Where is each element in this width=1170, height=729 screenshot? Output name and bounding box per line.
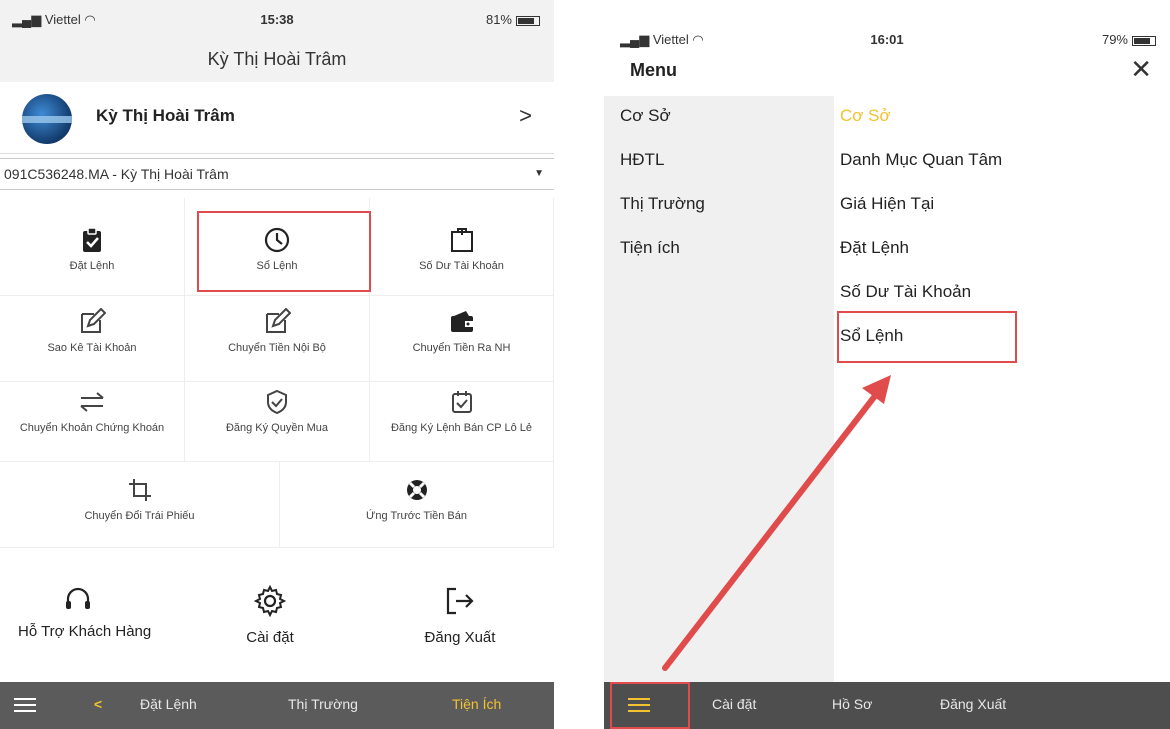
tab-dang-xuat[interactable]: Đăng Xuất [940,696,1006,712]
menu-item-danh-muc-quan-tam[interactable]: Danh Mục Quan Tâm [840,150,1002,170]
settings-label: Cài đặt [246,629,294,646]
grid-item-chuyen-tien-noi-bo[interactable]: Chuyển Tiền Nội Bộ [185,296,370,382]
clock: 16:01 [870,32,904,47]
category-hdtl[interactable]: HĐTL [620,150,664,170]
caret-down-icon: ▼ [534,168,544,179]
grid-item-label: Số Dư Tài Khoản [419,260,504,272]
crop-icon [128,479,151,501]
menu-item-so-du-tai-khoan[interactable]: Số Dư Tài Khoản [840,282,971,302]
battery-icon [1132,35,1156,46]
tab-tien-ich[interactable]: Tiện Ích [452,696,501,712]
close-icon[interactable]: ✕ [1130,54,1152,85]
status-bar: ▂▄▆ Viettel ◠ 15:38 81% [0,0,554,36]
bag-icon [450,228,473,252]
grid-item-label: Sổ Lệnh [256,260,298,272]
logout-label: Đăng Xuất [424,629,496,646]
account-select[interactable]: 091C536248.MA - Kỳ Thị Hoài Trâm ▼ [0,158,554,190]
menu-item-so-lenh[interactable]: Sổ Lệnh [840,326,903,346]
tab-dat-lenh[interactable]: Đặt Lệnh [140,696,197,712]
grid-item-sao-ke-tai-khoan[interactable]: Sao Kê Tài Khoản [0,296,185,382]
logout-button[interactable]: Đăng Xuất [390,585,530,646]
logout-icon [446,587,474,615]
edit-icon [266,308,291,333]
menu-categories: Cơ Sở HĐTL Thị Trường Tiện ích [604,96,834,682]
menu-icon[interactable] [14,698,36,712]
left-phone-screen: ▂▄▆ Viettel ◠ 15:38 81% Kỳ Thị Hoài Trâm… [0,0,554,729]
avatar [22,94,72,144]
grid-item-label: Chuyển Đổi Trái Phiếu [84,510,195,522]
settings-button[interactable]: Cài đặt [200,585,340,646]
transfer-arrows-icon [80,392,104,412]
shield-check-icon [267,389,287,415]
grid-item-label: Chuyển Khoản Chứng Khoán [19,422,165,434]
lifebuoy-icon [406,480,427,500]
battery-indicator: 81% [486,12,540,27]
menu-header: Menu ✕ [604,48,1170,92]
grid-item-label: Chuyển Tiền Nội Bộ [228,342,326,354]
page-title: Kỳ Thị Hoài Trâm [0,36,554,82]
tab-bar: < Đặt Lệnh Thị Trường Tiện Ích [0,682,554,729]
menu-item-dat-lenh[interactable]: Đặt Lệnh [840,238,909,258]
grid-item-label: Đăng Ký Lệnh Bán CP Lô Lẻ [390,422,533,434]
category-co-so[interactable]: Cơ Sở [620,106,671,126]
menu-icon[interactable] [628,698,650,712]
gear-icon [254,585,286,617]
grid-item-dang-ky-lenh-ban-cp-lo-le[interactable]: Đăng Ký Lệnh Bán CP Lô Lẻ [370,382,554,462]
function-grid: Đặt Lệnh Sổ Lệnh Số Dư Tài Khoản Sao Kê … [0,198,554,548]
tab-ho-so[interactable]: Hồ Sơ [832,696,872,712]
grid-item-chuyen-tien-ra-nh[interactable]: Chuyển Tiền Ra NH [370,296,554,382]
grid-item-dang-ky-quyen-mua[interactable]: Đăng Ký Quyền Mua [185,382,370,462]
clock-icon [264,227,290,253]
category-thi-truong[interactable]: Thị Trường [620,194,705,214]
grid-item-dat-lenh[interactable]: Đặt Lệnh [0,198,185,296]
grid-item-so-lenh[interactable]: Sổ Lệnh [185,198,370,296]
edit-icon [81,308,106,333]
calendar-check-icon [451,391,472,413]
grid-item-chuyen-doi-trai-phieu[interactable]: Chuyển Đổi Trái Phiếu [0,462,280,548]
support-label: Hỗ Trợ Khách Hàng [18,623,152,640]
menu-item-gia-hien-tai[interactable]: Giá Hiện Tại [840,194,934,214]
clock: 15:38 [260,12,294,27]
profile-name: Kỳ Thị Hoài Trâm [96,106,235,125]
grid-item-label: Ứng Trước Tiền Bán [365,510,467,522]
grid-item-label: Đăng Ký Quyền Mua [225,422,329,434]
back-button[interactable]: < [94,696,102,712]
battery-icon [516,15,540,26]
headset-icon [66,587,90,609]
grid-item-label: Đặt Lệnh [69,260,115,272]
grid-item-so-du-tai-khoan[interactable]: Số Dư Tài Khoản [370,198,554,296]
menu-title: Menu [630,60,677,80]
wallet-icon [450,311,474,332]
account-value: 091C536248.MA - Kỳ Thị Hoài Trâm [4,166,229,182]
profile-row[interactable]: Kỳ Thị Hoài Trâm > [0,82,554,154]
grid-item-chuyen-khoan-chung-khoan[interactable]: Chuyển Khoản Chứng Khoán [0,382,185,462]
battery-indicator: 79% [1102,32,1156,47]
menu-item-co-so[interactable]: Cơ Sở [840,106,891,126]
grid-item-label: Sao Kê Tài Khoản [47,342,137,354]
chevron-right-icon: > [519,103,532,128]
tab-thi-truong[interactable]: Thị Trường [288,696,358,712]
clipboard-check-icon [83,227,101,252]
bottom-actions: Hỗ Trợ Khách Hàng Cài đặt Đăng Xuất [0,585,554,680]
tab-bar: Cài đặt Hồ Sơ Đăng Xuất [604,682,1170,729]
menu-items: Cơ Sở Danh Mục Quan Tâm Giá Hiện Tại Đặt… [834,96,1170,682]
grid-item-label: Chuyển Tiền Ra NH [412,342,511,354]
grid-item-ung-truoc-tien-ban[interactable]: Ứng Trước Tiền Bán [280,462,554,548]
tab-cai-dat[interactable]: Cài đặt [712,696,756,712]
right-phone-screen: ▂▄▆ Viettel ◠ 16:01 79% Menu ✕ Cơ Sở HĐT… [604,0,1170,729]
category-tien-ich[interactable]: Tiện ích [620,238,680,258]
support-button[interactable]: Hỗ Trợ Khách Hàng [18,585,168,640]
